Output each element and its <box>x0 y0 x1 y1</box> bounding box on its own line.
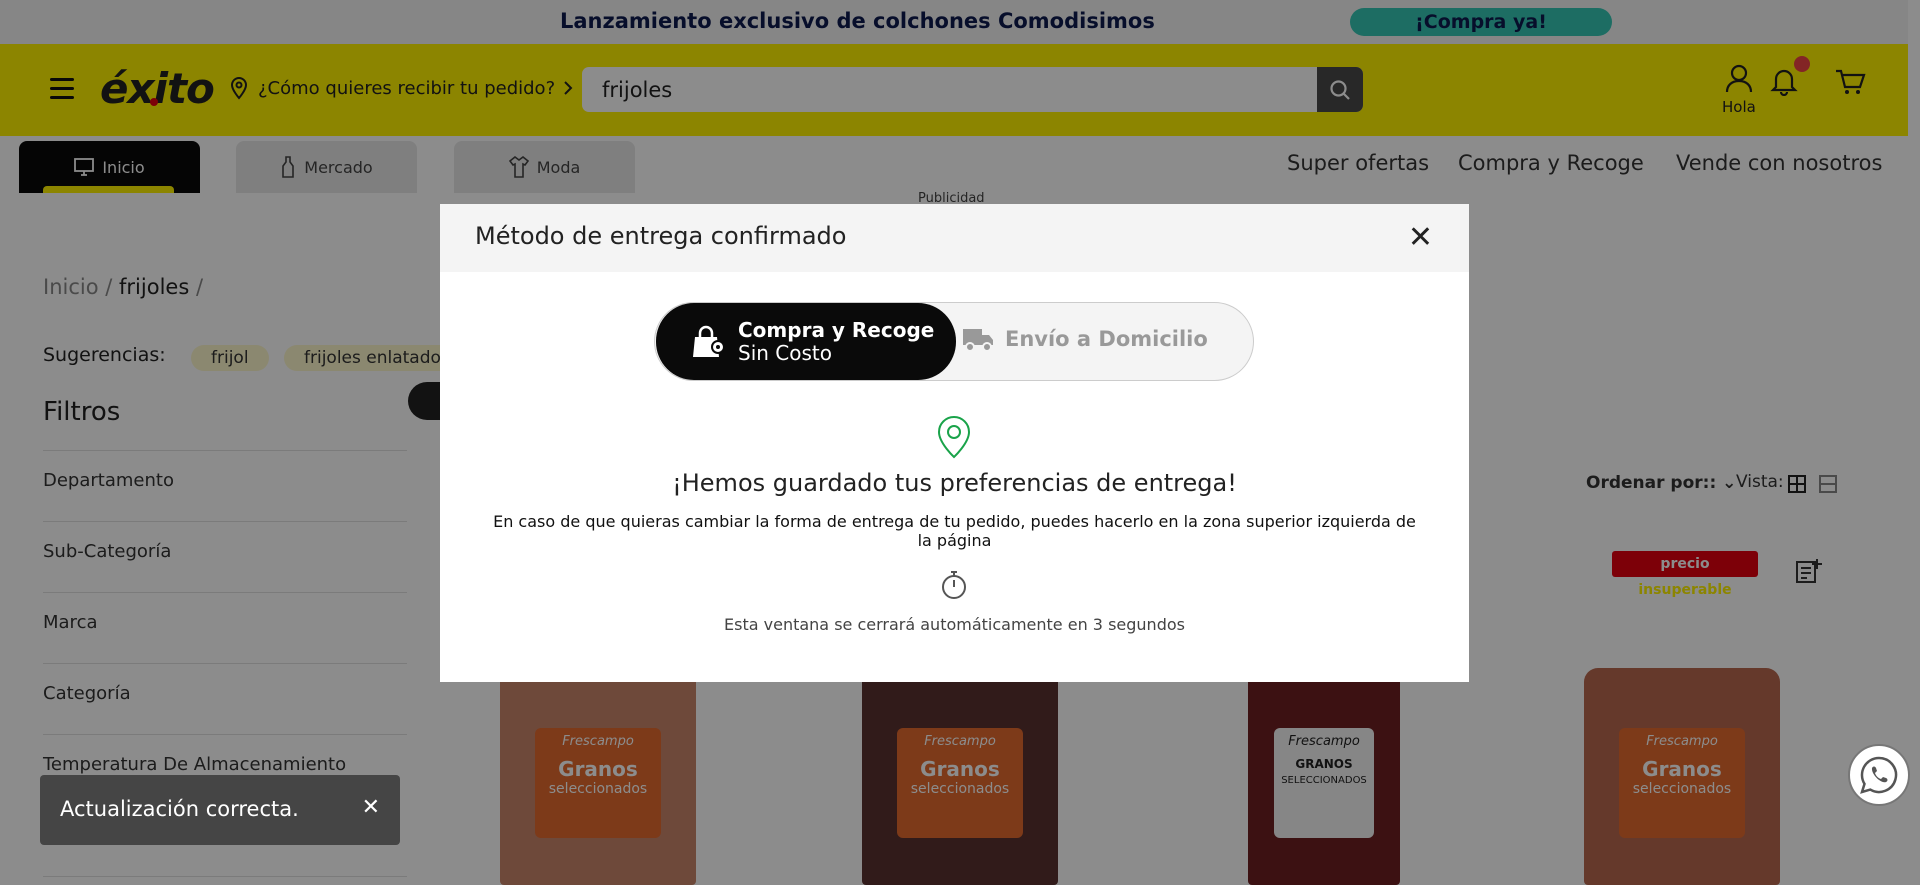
close-icon[interactable]: ✕ <box>1408 223 1433 253</box>
option-compra-recoge[interactable]: Compra y Recoge Sin Costo <box>656 303 956 380</box>
explanation-text: En caso de que quieras cambiar la forma … <box>493 512 1416 550</box>
option-active-line2: Sin Costo <box>738 341 832 365</box>
whatsapp-icon[interactable] <box>1848 744 1910 806</box>
location-pin-icon <box>936 415 972 463</box>
option-active-line1: Compra y Recoge <box>738 318 935 342</box>
delivery-confirmed-modal: Método de entrega confirmado ✕ Compra y … <box>440 204 1469 682</box>
saved-message: ¡Hemos guardado tus preferencias de entr… <box>672 469 1237 497</box>
close-icon[interactable]: ✕ <box>362 795 380 820</box>
option-envio-domicilio[interactable]: Envío a Domicilio <box>963 327 1208 352</box>
modal-header: Método de entrega confirmado ✕ <box>440 204 1469 272</box>
stopwatch-icon <box>941 570 967 604</box>
modal-title: Método de entrega confirmado <box>475 222 847 250</box>
toast-notification: Actualización correcta. ✕ <box>40 775 400 845</box>
store-bag-icon <box>693 325 725 357</box>
delivery-method-toggle: Compra y Recoge Sin Costo Envío a Domici… <box>654 302 1254 381</box>
auto-close-message: Esta ventana se cerrará automáticamente … <box>724 615 1185 634</box>
truck-icon <box>963 329 993 352</box>
option-inactive-label: Envío a Domicilio <box>1005 327 1208 351</box>
toast-text: Actualización correcta. <box>60 797 299 821</box>
